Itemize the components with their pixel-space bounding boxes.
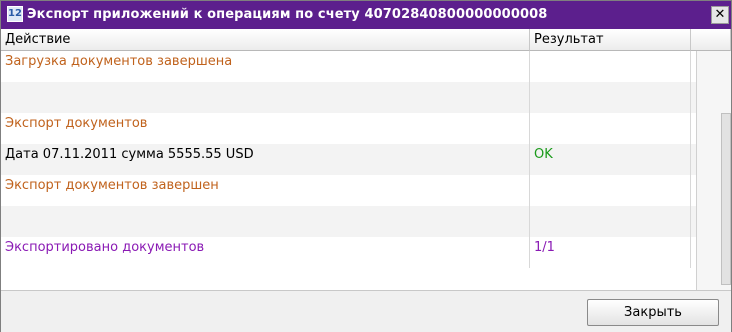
table-row[interactable] xyxy=(1,82,696,113)
table-row[interactable]: Экспорт документов завершен xyxy=(1,175,696,206)
column-header-result[interactable]: Результат xyxy=(530,29,691,51)
table-row[interactable]: Дата 07.11.2011 сумма 5555.55 USD OK xyxy=(1,144,696,175)
scrollbar-thumb[interactable] xyxy=(721,113,731,285)
table-row[interactable]: Экспорт документов xyxy=(1,113,696,144)
title-bar[interactable]: 12 Экспорт приложений к операциям по сче… xyxy=(1,1,731,29)
cell-result: 1/1 xyxy=(530,237,691,268)
cell-action xyxy=(1,206,530,237)
table-row[interactable]: Экспортировано документов 1/1 xyxy=(1,237,696,268)
app-icon: 12 xyxy=(7,6,23,22)
cell-action: Экспорт документов завершен xyxy=(1,175,530,206)
cell-result xyxy=(530,51,691,82)
table-row[interactable] xyxy=(1,206,696,237)
cell-result xyxy=(530,175,691,206)
vertical-scrollbar[interactable] xyxy=(696,51,731,290)
cell-action xyxy=(1,82,530,113)
dialog-footer: Закрыть xyxy=(1,290,731,332)
cell-action: Экспорт документов xyxy=(1,113,530,144)
cell-result xyxy=(530,82,691,113)
cell-result xyxy=(530,113,691,144)
column-header-action[interactable]: Действие xyxy=(1,29,530,51)
results-table: Действие Результат Загрузка документов з… xyxy=(1,29,731,290)
cell-action: Загрузка документов завершена xyxy=(1,51,530,82)
window-title: Экспорт приложений к операциям по счету … xyxy=(27,7,548,22)
cell-action: Дата 07.11.2011 сумма 5555.55 USD xyxy=(1,144,530,175)
close-button[interactable]: Закрыть xyxy=(587,299,719,326)
cell-result: OK xyxy=(530,144,691,175)
table-row[interactable]: Загрузка документов завершена xyxy=(1,51,696,82)
cell-action: Экспортировано документов xyxy=(1,237,530,268)
column-header-filler xyxy=(691,29,731,51)
export-dialog: 12 Экспорт приложений к операциям по сче… xyxy=(0,0,732,332)
close-icon[interactable]: ✕ xyxy=(711,6,729,24)
cell-result xyxy=(530,206,691,237)
